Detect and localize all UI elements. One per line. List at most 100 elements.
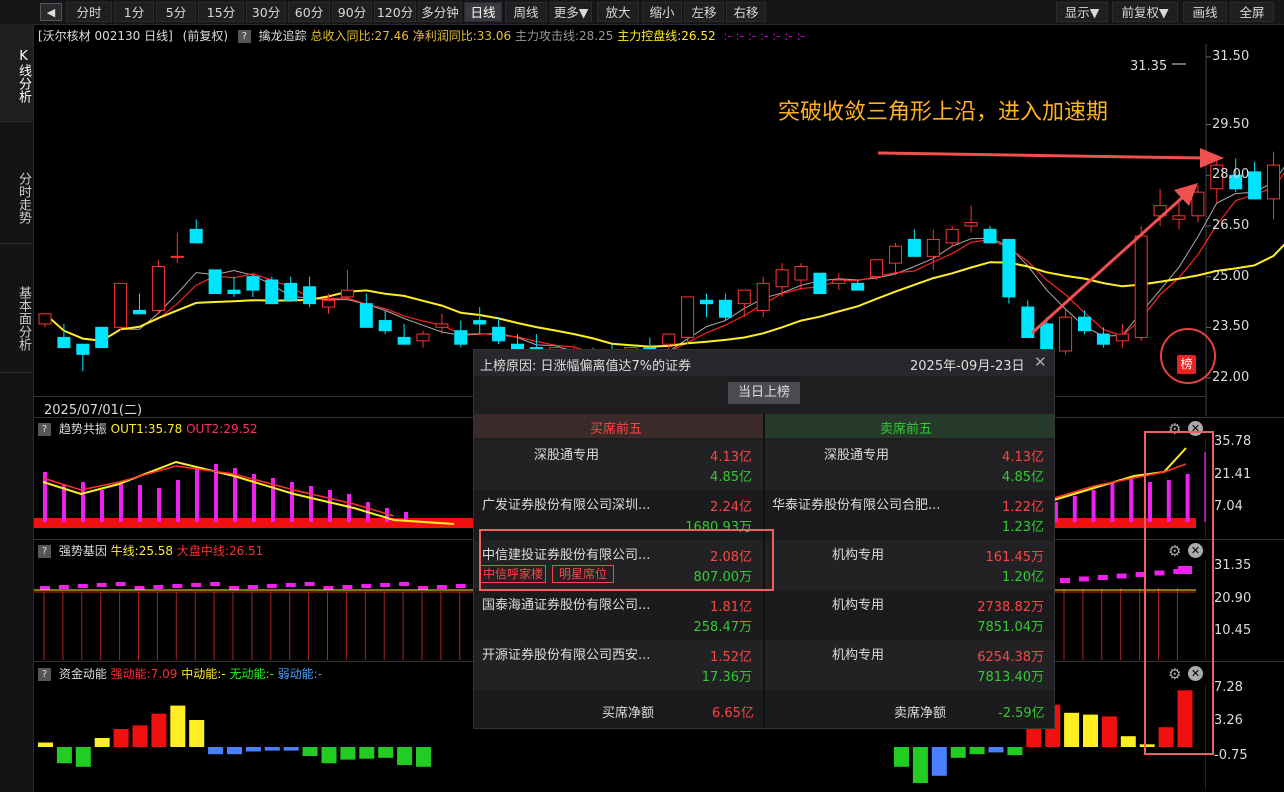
period-button[interactable]: 120分 bbox=[374, 2, 416, 22]
sub2-bar bbox=[153, 585, 164, 589]
lhb-badge[interactable]: 榜 bbox=[1177, 355, 1196, 374]
sub2-bar bbox=[455, 584, 466, 588]
sub3-bar bbox=[132, 725, 148, 747]
buy-seat-name[interactable]: 深股通专用 bbox=[534, 444, 599, 463]
candle bbox=[832, 273, 846, 291]
candle bbox=[1134, 225, 1148, 341]
arrow-diagonal bbox=[1030, 183, 1198, 335]
sub3-bar bbox=[1120, 736, 1136, 747]
sub2-bar bbox=[115, 582, 126, 586]
sub2-bull: 牛线:25.58 bbox=[110, 544, 174, 558]
candle bbox=[303, 276, 317, 308]
y-tick-label: 22.00 bbox=[1212, 370, 1250, 385]
sell-seat-name[interactable]: 机构专用 bbox=[832, 644, 884, 663]
candle bbox=[681, 296, 695, 345]
row-highlight bbox=[479, 529, 774, 591]
y-tick-label: 25.00 bbox=[1212, 268, 1250, 284]
candle bbox=[1172, 202, 1186, 230]
period-button[interactable]: 放大 bbox=[597, 2, 639, 22]
sub1-out2: OUT2:29.52 bbox=[186, 422, 258, 436]
candle bbox=[1115, 323, 1129, 348]
sub2-bar bbox=[436, 585, 447, 589]
tab-kline[interactable]: K线分析 bbox=[0, 24, 33, 122]
highlight-box bbox=[1144, 431, 1214, 755]
period-button[interactable]: 周线 bbox=[505, 2, 547, 22]
period-button[interactable]: 分时 bbox=[66, 2, 112, 22]
period-button[interactable]: 1分 bbox=[114, 2, 154, 22]
candle bbox=[378, 310, 392, 335]
y-tick-label: 23.50 bbox=[1212, 319, 1250, 335]
sub3-bar bbox=[227, 747, 242, 755]
candle bbox=[492, 317, 506, 345]
sub3-bar bbox=[1064, 712, 1080, 747]
period-button[interactable]: 缩小 bbox=[642, 2, 682, 22]
sub2-bar bbox=[210, 582, 221, 586]
sub1-bar bbox=[62, 485, 66, 522]
sell-amount: 1.23亿 bbox=[1002, 520, 1044, 535]
lhb-popup: 上榜原因: 日涨幅偏离值达7%的证券 2025年-09月-23日 ✕ 当日上榜 … bbox=[473, 349, 1055, 729]
candle bbox=[114, 282, 128, 331]
sub3-name: 资金动能 bbox=[58, 667, 107, 681]
period-button[interactable]: 30分 bbox=[246, 2, 286, 22]
sub2-bar bbox=[1078, 576, 1089, 582]
sell-seat-name[interactable]: 深股通专用 bbox=[824, 444, 889, 463]
buy-seat-name[interactable]: 国泰海通证券股份有限公司... bbox=[482, 594, 650, 613]
sell-amount: 4.85亿 bbox=[710, 470, 752, 485]
period-button[interactable]: 90分 bbox=[332, 2, 372, 22]
buy-amount: 4.13亿 bbox=[1002, 450, 1044, 465]
close-icon[interactable]: ✕ bbox=[1034, 353, 1047, 371]
sub3-bar bbox=[912, 747, 928, 783]
popup-title: 上榜原因: 日涨幅偏离值达7%的证券 bbox=[480, 359, 692, 374]
sell-amount: 258.47万 bbox=[693, 620, 753, 635]
buy-seat-name[interactable]: 广发证券股份有限公司深圳... bbox=[482, 494, 650, 513]
help-icon[interactable]: ? bbox=[237, 30, 251, 43]
candle bbox=[189, 219, 203, 244]
sell-seat-name[interactable]: 华泰证券股份有限公司合肥... bbox=[772, 494, 940, 513]
toolbar-right-button[interactable]: 显示▼ bbox=[1056, 2, 1108, 22]
buy-header: 买席前五 bbox=[590, 422, 643, 437]
sub3-bar bbox=[1026, 727, 1042, 747]
indicator-name: 擒龙追踪 bbox=[258, 29, 307, 43]
help-icon[interactable]: ? bbox=[38, 423, 51, 436]
sub3-bar bbox=[75, 747, 91, 767]
tab-intraday[interactable]: 分时走势 bbox=[0, 146, 33, 244]
sell-amount: 4.85亿 bbox=[1002, 470, 1044, 485]
sub3-bar bbox=[340, 747, 356, 760]
candle bbox=[870, 259, 884, 281]
period-button[interactable]: 15分 bbox=[198, 2, 244, 22]
period-button[interactable]: 多分钟 bbox=[418, 2, 462, 22]
sub2-bar bbox=[323, 586, 334, 590]
day-list-button[interactable]: 当日上榜 bbox=[728, 382, 800, 404]
toolbar-right-button[interactable]: 全屏 bbox=[1230, 2, 1274, 22]
sub2-bar bbox=[96, 583, 107, 587]
period-button[interactable]: 日线 bbox=[464, 2, 502, 22]
net-buy-value: 6.65亿 bbox=[712, 706, 754, 721]
buy-seat-name[interactable]: 开源证券股份有限公司西安... bbox=[482, 644, 650, 663]
toolbar: ◀ 分时 1分 5分 15分 30分 60分 90分 120分 多分钟 日线 周线 更多▼ 放大 缩小 左移右… bbox=[0, 0, 1284, 25]
toolbar-right-button[interactable]: 前复权▼ bbox=[1112, 2, 1178, 22]
popup-date: 2025年-09月-23日 bbox=[910, 359, 1025, 374]
back-arrow-icon[interactable]: ◀ bbox=[40, 3, 62, 21]
sub2-bar bbox=[229, 586, 239, 590]
candle bbox=[208, 269, 222, 295]
revenue-yoy: 总收入同比:27.46 bbox=[310, 29, 409, 43]
tab-fundamentals[interactable]: 基本面分析 bbox=[0, 258, 33, 373]
y-tick-label: 26.50 bbox=[1212, 217, 1250, 233]
period-button[interactable]: 更多▼ bbox=[550, 2, 592, 22]
period-button[interactable]: 5分 bbox=[156, 2, 196, 22]
candle bbox=[907, 229, 921, 257]
period-button[interactable]: 60分 bbox=[288, 2, 330, 22]
sell-seat-name[interactable]: 机构专用 bbox=[832, 594, 884, 613]
period-button[interactable]: 左移 bbox=[684, 2, 724, 22]
help-icon[interactable]: ? bbox=[38, 668, 51, 681]
sub2-header: ? 强势基因 牛线:25.58 大盘中线:26.51 bbox=[38, 543, 263, 559]
sub3-bar bbox=[397, 747, 413, 765]
buy-amount: 1.22亿 bbox=[1002, 500, 1044, 515]
sell-seat-name[interactable]: 机构专用 bbox=[832, 544, 884, 563]
help-icon[interactable]: ? bbox=[38, 545, 51, 558]
candle bbox=[1248, 161, 1262, 200]
y-tick-label: 10.45 bbox=[1214, 623, 1252, 638]
toolbar-right-button[interactable]: 画线 bbox=[1183, 2, 1227, 22]
period-button[interactable]: 右移 bbox=[726, 2, 766, 22]
sell-header: 卖席前五 bbox=[880, 422, 933, 437]
